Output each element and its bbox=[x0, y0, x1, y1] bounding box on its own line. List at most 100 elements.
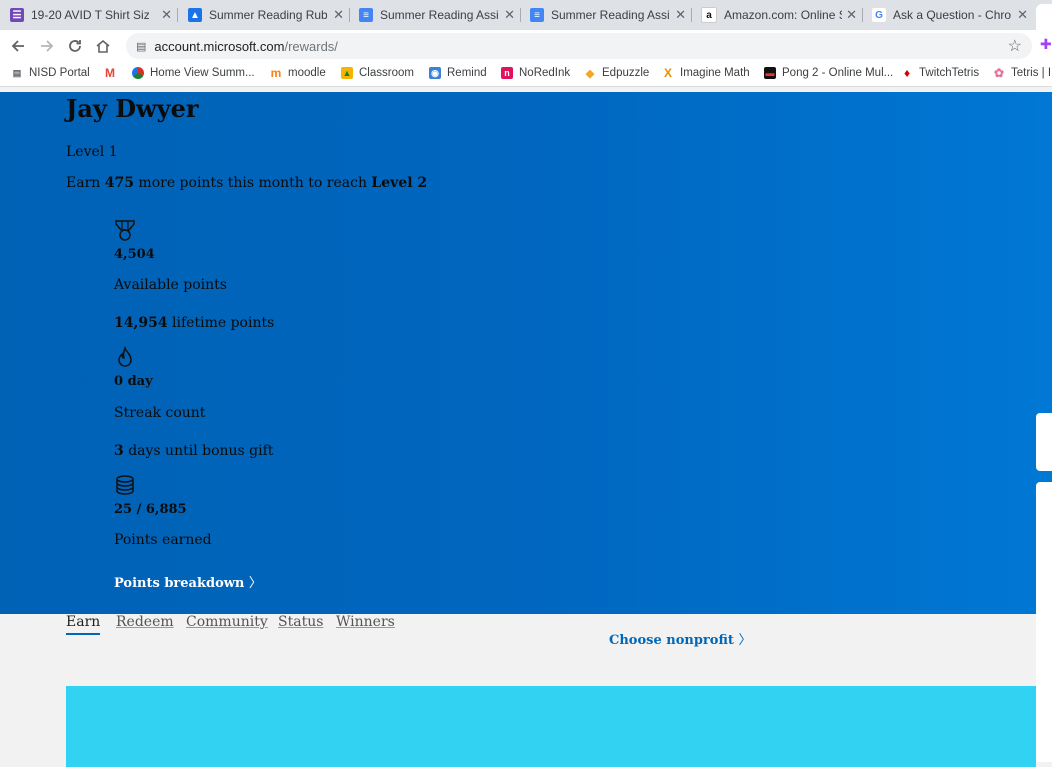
earn-prefix: Earn bbox=[66, 175, 101, 191]
tab-title: Summer Reading Rubric bbox=[209, 8, 327, 22]
bookmark-label: Classroom bbox=[359, 67, 414, 79]
points-breakdown-label: Points breakdown bbox=[114, 576, 245, 591]
forms-icon: ☰ bbox=[10, 8, 24, 22]
tab-redeem[interactable]: Redeem bbox=[116, 614, 174, 630]
back-icon[interactable] bbox=[8, 36, 28, 56]
home-icon[interactable] bbox=[93, 36, 113, 56]
rewards-hero: Jay Dwyer Level 1 Earn 475 more points t… bbox=[0, 92, 1052, 614]
points-breakdown-link[interactable]: Points breakdown 〉 bbox=[114, 572, 262, 591]
bookmark-label: Pong 2 - Online Mul... bbox=[782, 67, 894, 79]
streak-label: Streak count bbox=[114, 405, 206, 421]
bonus-gift: 3 days until bonus gift bbox=[114, 443, 273, 459]
lifetime-points: 14,954 lifetime points bbox=[114, 315, 274, 331]
earn-points: 475 bbox=[104, 175, 134, 191]
earn-middle: more points this month to reach bbox=[138, 175, 367, 191]
bookmark-label: TwitchTetris bbox=[919, 67, 980, 79]
bookmark-label: NISD Portal bbox=[29, 67, 90, 79]
reload-icon[interactable] bbox=[65, 36, 85, 56]
close-icon[interactable]: ✕ bbox=[1017, 7, 1028, 23]
medal-icon bbox=[115, 220, 135, 241]
level-text: Level 1 bbox=[66, 144, 118, 160]
classroom-icon: ▲ bbox=[188, 8, 202, 22]
bonus-label: days until bonus gift bbox=[128, 443, 274, 459]
points-earned-value: 25 / 6,885 bbox=[114, 502, 187, 517]
side-panel-edge[interactable] bbox=[1036, 482, 1052, 762]
level-progress-text: Earn 475 more points this month to reach… bbox=[66, 175, 427, 191]
browser-tab[interactable]: ☰ 19-20 AVID T Shirt Sizes ✕ bbox=[10, 0, 178, 30]
imagine-math-icon: X bbox=[663, 66, 672, 80]
streak-value: 0 day bbox=[114, 374, 153, 389]
bonus-value: 3 bbox=[114, 443, 124, 459]
bookmark-home-view[interactable]: Home View Summ... bbox=[132, 67, 255, 79]
tab-title: Summer Reading Assign bbox=[380, 8, 498, 22]
url-host: account.microsoft.com bbox=[154, 38, 285, 54]
lifetime-points-value: 14,954 bbox=[114, 315, 168, 331]
bookmark-label: Tetris | I bbox=[1011, 67, 1052, 79]
browser-tab[interactable]: ▲ Summer Reading Rubric ✕ bbox=[188, 0, 350, 30]
tab-strip: ☰ 19-20 AVID T Shirt Sizes ✕ ▲ Summer Re… bbox=[0, 0, 1052, 30]
classroom-icon: ▲ bbox=[341, 67, 353, 79]
forward-icon[interactable] bbox=[37, 36, 57, 56]
folder-icon: ▤ bbox=[12, 67, 22, 78]
choose-nonprofit-label: Choose nonprofit bbox=[609, 633, 734, 648]
edpuzzle-icon: ◆ bbox=[585, 67, 595, 80]
close-icon[interactable]: ✕ bbox=[675, 7, 686, 23]
flame-icon: ♦ bbox=[903, 66, 911, 80]
bookmark-label: Edpuzzle bbox=[602, 67, 650, 79]
active-tab-edge[interactable] bbox=[1036, 4, 1052, 30]
browser-tab[interactable]: ≡ Summer Reading Assign ✕ bbox=[359, 0, 521, 30]
pong-icon: ▬ bbox=[764, 67, 776, 79]
bookmark-imagine-math[interactable]: X Imagine Math bbox=[662, 66, 750, 80]
bookmark-nisd-portal[interactable]: ▤ NISD Portal bbox=[11, 67, 90, 79]
bookmarks-bar: ▤ NISD Portal M Home View Summ... m mood… bbox=[0, 62, 1052, 87]
tetris-icon: ✿ bbox=[993, 66, 1005, 80]
noredink-icon: n bbox=[501, 67, 513, 79]
coins-icon bbox=[116, 475, 134, 495]
close-icon[interactable]: ✕ bbox=[846, 7, 857, 23]
browser-tab[interactable]: G Ask a Question - Chrom ✕ bbox=[872, 0, 1034, 30]
bookmark-label: Home View Summ... bbox=[150, 67, 255, 79]
google-icon: G bbox=[872, 8, 886, 22]
tab-title: 19-20 AVID T Shirt Sizes bbox=[31, 8, 149, 22]
chevron-right-icon: 〉 bbox=[738, 633, 752, 648]
gmail-icon: M bbox=[105, 66, 115, 80]
user-name: Jay Dwyer bbox=[66, 94, 199, 123]
available-points-label: Available points bbox=[114, 277, 227, 293]
bookmark-pong[interactable]: ▬ Pong 2 - Online Mul... bbox=[764, 67, 893, 79]
docs-icon: ≡ bbox=[530, 8, 544, 22]
close-icon[interactable]: ✕ bbox=[333, 7, 344, 23]
points-earned-label: Points earned bbox=[114, 532, 212, 548]
bookmark-classroom[interactable]: ▲ Classroom bbox=[341, 67, 414, 79]
browser-tab[interactable]: a Amazon.com: Online Sh ✕ bbox=[701, 0, 863, 30]
url-path: /rewards/ bbox=[284, 38, 338, 54]
bookmark-star-icon[interactable]: ☆ bbox=[1008, 36, 1022, 56]
bookmark-edpuzzle[interactable]: ◆ Edpuzzle bbox=[584, 67, 650, 80]
bookmark-gmail[interactable]: M bbox=[104, 66, 122, 80]
bookmark-moodle[interactable]: m moodle bbox=[270, 66, 326, 80]
chevron-right-icon: 〉 bbox=[248, 576, 262, 591]
promo-banner[interactable] bbox=[66, 686, 1036, 767]
bookmark-noredink[interactable]: n NoRedInk bbox=[501, 67, 570, 79]
bookmark-tetris[interactable]: ✿ Tetris | I bbox=[993, 66, 1052, 80]
site-info-icon[interactable]: ▤ bbox=[136, 40, 146, 53]
extension-icon[interactable]: ✚ bbox=[1040, 37, 1052, 53]
flame-icon bbox=[118, 346, 132, 367]
close-icon[interactable]: ✕ bbox=[161, 7, 172, 23]
tab-winners[interactable]: Winners bbox=[336, 614, 395, 630]
browser-tab[interactable]: ≡ Summer Reading Assign ✕ bbox=[530, 0, 692, 30]
bookmark-label: moodle bbox=[288, 67, 326, 79]
moodle-icon: m bbox=[270, 66, 282, 80]
side-panel-edge[interactable] bbox=[1036, 413, 1052, 471]
tab-community[interactable]: Community bbox=[186, 614, 268, 630]
choose-nonprofit-link[interactable]: Choose nonprofit 〉 bbox=[609, 629, 751, 648]
close-icon[interactable]: ✕ bbox=[504, 7, 515, 23]
globe-icon bbox=[132, 67, 144, 79]
tab-earn[interactable]: Earn bbox=[66, 614, 101, 635]
bookmark-label: Remind bbox=[447, 67, 487, 79]
address-bar[interactable]: ▤ account.microsoft.com/rewards/ ☆ bbox=[126, 33, 1032, 59]
tab-status[interactable]: Status bbox=[278, 614, 323, 630]
remind-icon: ◉ bbox=[429, 67, 441, 79]
bookmark-twitchtetris[interactable]: ♦ TwitchTetris bbox=[901, 66, 980, 80]
docs-icon: ≡ bbox=[359, 8, 373, 22]
bookmark-remind[interactable]: ◉ Remind bbox=[429, 67, 487, 79]
